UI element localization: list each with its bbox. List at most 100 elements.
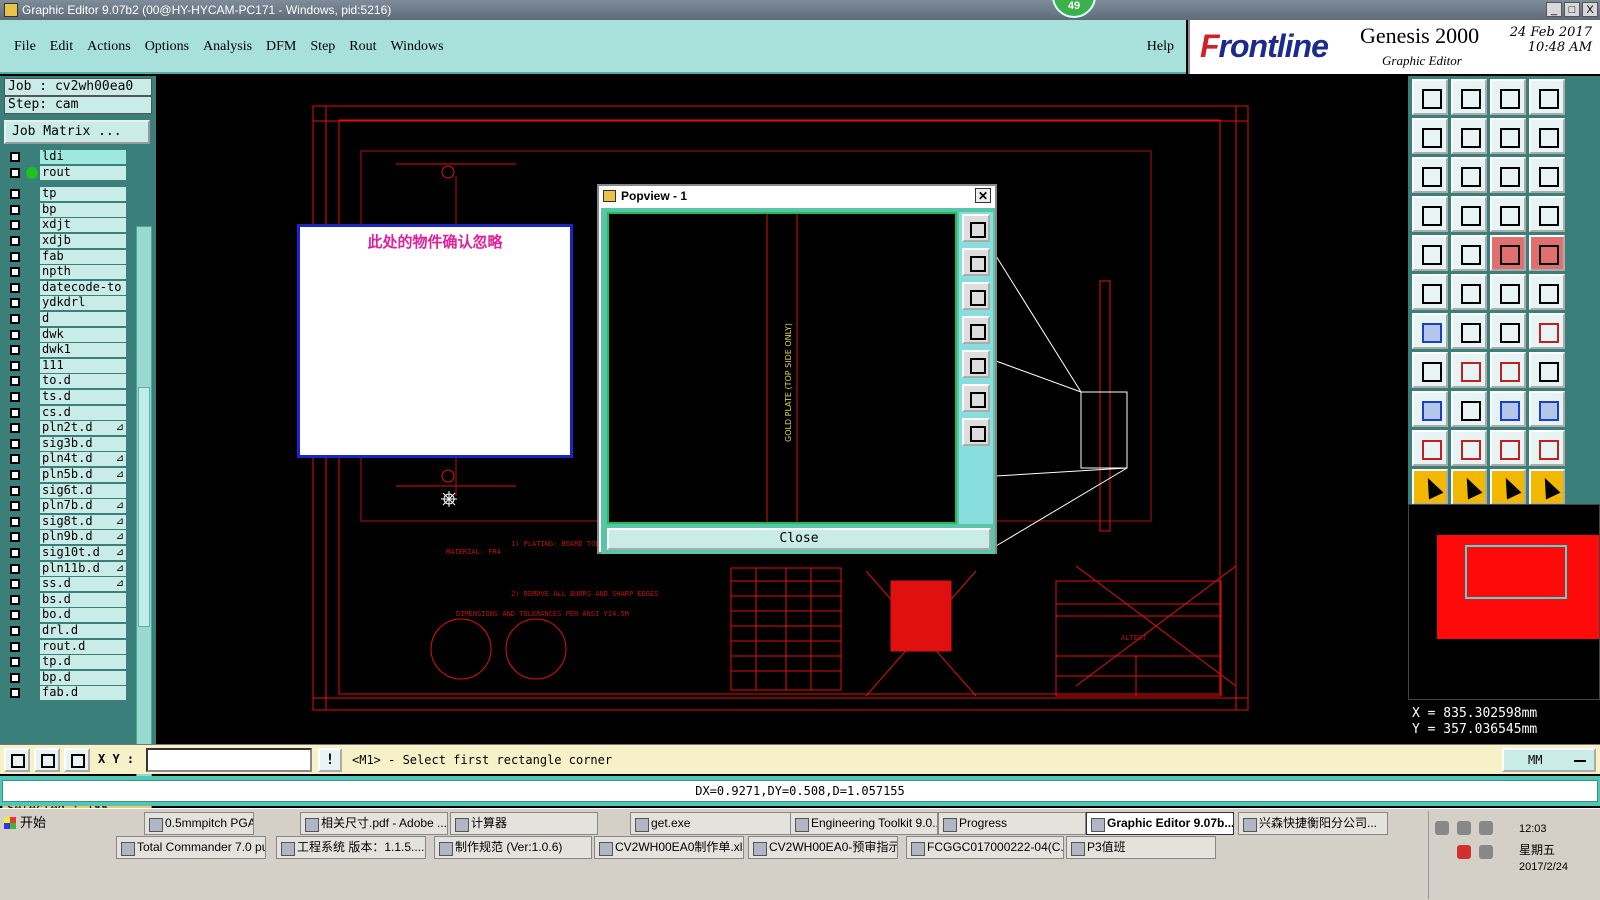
start-button[interactable]: 开始 <box>2 811 60 835</box>
layer-checkbox[interactable] <box>10 267 20 278</box>
tool-button-icon[interactable] <box>1529 352 1565 388</box>
tool-button-icon[interactable] <box>1529 79 1565 115</box>
layer-row[interactable]: rout <box>4 165 126 180</box>
layer-name[interactable]: sig6t.d <box>40 483 126 498</box>
grid-icon[interactable] <box>64 748 90 772</box>
network-icon[interactable] <box>1479 845 1493 859</box>
layer-row[interactable]: sig3b.d <box>4 436 126 451</box>
tool-button-icon[interactable] <box>1412 118 1448 154</box>
tool-button-icon[interactable] <box>1490 157 1526 193</box>
layer-checkbox[interactable] <box>10 204 20 215</box>
taskbar-item[interactable]: 兴森快捷衡阳分公司... <box>1238 812 1388 835</box>
layer-checkbox[interactable] <box>10 454 20 465</box>
layer-name[interactable]: sig10t.d ⊿ <box>40 546 126 560</box>
measure-mode-icon[interactable] <box>34 748 60 772</box>
layer-scrollbar[interactable] <box>136 226 152 792</box>
layer-row[interactable]: xdjb <box>4 234 126 248</box>
tool-button-icon[interactable] <box>1451 430 1487 466</box>
menu-options[interactable]: Options <box>145 39 189 55</box>
popview-canvas[interactable]: GOLD PLATE (TOP SIDE ONLY) <box>607 212 957 524</box>
taskbar-item[interactable]: 制作规范 (Ver:1.0.6) <box>434 836 592 859</box>
layer-row[interactable]: bp.d <box>4 670 126 685</box>
menu-edit[interactable]: Edit <box>50 39 73 55</box>
tool-button-icon[interactable] <box>1412 235 1448 271</box>
layer-checkbox[interactable] <box>10 672 20 683</box>
layer-name[interactable]: dwk1 <box>40 343 126 358</box>
layer-name[interactable]: rout <box>40 165 126 180</box>
alert-icon[interactable]: ! <box>318 748 342 772</box>
tool-button-icon[interactable] <box>1412 391 1448 427</box>
popview-zoom-out-icon[interactable] <box>962 418 990 446</box>
taskbar-item[interactable]: 相关尺寸.pdf - Adobe ... <box>300 812 448 835</box>
menu-help[interactable]: Help <box>1147 39 1174 55</box>
layer-name[interactable]: bp.d <box>40 670 126 685</box>
tool-button-icon[interactable] <box>1412 313 1448 349</box>
tool-button-icon[interactable] <box>1529 430 1565 466</box>
layer-row[interactable]: sig10t.d ⊿ <box>4 546 126 560</box>
popview-zoom-home-icon[interactable] <box>962 214 990 242</box>
layer-name[interactable]: bo.d <box>40 608 126 623</box>
layer-checkbox[interactable] <box>10 532 20 543</box>
layer-name[interactable]: pln4t.d ⊿ <box>40 452 126 467</box>
tool-button-icon[interactable] <box>1490 313 1526 349</box>
layer-row[interactable]: pln11b.d ⊿ <box>4 561 126 576</box>
layer-row[interactable]: pln9b.d ⊿ <box>4 530 126 545</box>
tray-icon[interactable] <box>1435 821 1449 835</box>
layer-checkbox[interactable] <box>10 407 20 418</box>
layer-checkbox[interactable] <box>10 298 20 309</box>
layer-name[interactable]: bp <box>40 202 126 217</box>
layer-name[interactable]: dwk <box>40 327 126 342</box>
popview-pan-down-icon[interactable] <box>962 282 990 310</box>
taskbar-item[interactable]: Graphic Editor 9.07b... <box>1086 812 1234 835</box>
layer-row[interactable]: 111 <box>4 358 126 373</box>
overview-view-frame[interactable] <box>1465 545 1567 599</box>
popview-close-button[interactable]: Close <box>607 528 991 550</box>
layer-name[interactable]: fab.d <box>40 686 126 701</box>
layer-checkbox[interactable] <box>10 220 20 231</box>
layer-name[interactable]: ts.d <box>40 390 126 404</box>
layer-name[interactable]: tp <box>40 187 126 202</box>
tool-button-icon[interactable] <box>1529 196 1565 232</box>
layer-row[interactable]: sig6t.d <box>4 483 126 498</box>
tool-button-icon[interactable] <box>1451 118 1487 154</box>
tool-button-icon[interactable] <box>1529 274 1565 310</box>
tool-button-icon[interactable] <box>1412 469 1448 505</box>
tool-button-icon[interactable] <box>1451 391 1487 427</box>
layer-checkbox[interactable] <box>10 688 20 699</box>
taskbar-item[interactable]: get.exe <box>630 812 792 835</box>
tool-button-icon[interactable] <box>1490 352 1526 388</box>
layer-row[interactable]: pln5b.d ⊿ <box>4 468 126 482</box>
layer-row[interactable]: ldi <box>4 150 126 164</box>
layer-checkbox[interactable] <box>10 516 20 527</box>
layer-row[interactable]: pln7b.d ⊿ <box>4 499 126 514</box>
layer-checkbox[interactable] <box>10 189 20 200</box>
layer-name[interactable]: pln7b.d ⊿ <box>40 499 126 514</box>
tool-button-icon[interactable] <box>1490 235 1526 271</box>
layer-row[interactable]: datecode-to <box>4 280 126 295</box>
menu-step[interactable]: Step <box>310 39 335 55</box>
taskbar-item[interactable]: 工程系统 版本：1.1.5.... <box>276 836 426 859</box>
layer-name[interactable]: sig8t.d ⊿ <box>40 514 126 529</box>
taskbar-item[interactable]: 0.5mmpitch PGA插孔... <box>144 812 254 835</box>
layer-name[interactable]: datecode-to <box>40 280 126 295</box>
taskbar-item[interactable]: 计算器 <box>450 812 598 835</box>
layer-name[interactable]: npth <box>40 265 126 280</box>
volume-icon[interactable] <box>1479 821 1493 835</box>
tool-button-icon[interactable] <box>1490 196 1526 232</box>
layer-name[interactable]: ldi <box>40 150 126 164</box>
tool-button-icon[interactable] <box>1451 157 1487 193</box>
layer-row[interactable]: rout.d <box>4 639 126 654</box>
layer-name[interactable]: pln5b.d ⊿ <box>40 468 126 482</box>
layer-name[interactable]: rout.d <box>40 639 126 654</box>
menu-file[interactable]: File <box>14 39 36 55</box>
layer-row[interactable]: ts.d <box>4 390 126 404</box>
layer-row[interactable]: bo.d <box>4 608 126 623</box>
tool-button-icon[interactable] <box>1412 157 1448 193</box>
layer-checkbox[interactable] <box>10 329 20 340</box>
tool-button-icon[interactable] <box>1412 274 1448 310</box>
tool-button-icon[interactable] <box>1451 469 1487 505</box>
taskbar-item[interactable]: Total Commander 7.0 pu... <box>116 836 266 859</box>
tool-button-icon[interactable] <box>1412 352 1448 388</box>
layer-name[interactable]: drl.d <box>40 624 126 638</box>
maximize-button[interactable]: □ <box>1564 2 1580 17</box>
